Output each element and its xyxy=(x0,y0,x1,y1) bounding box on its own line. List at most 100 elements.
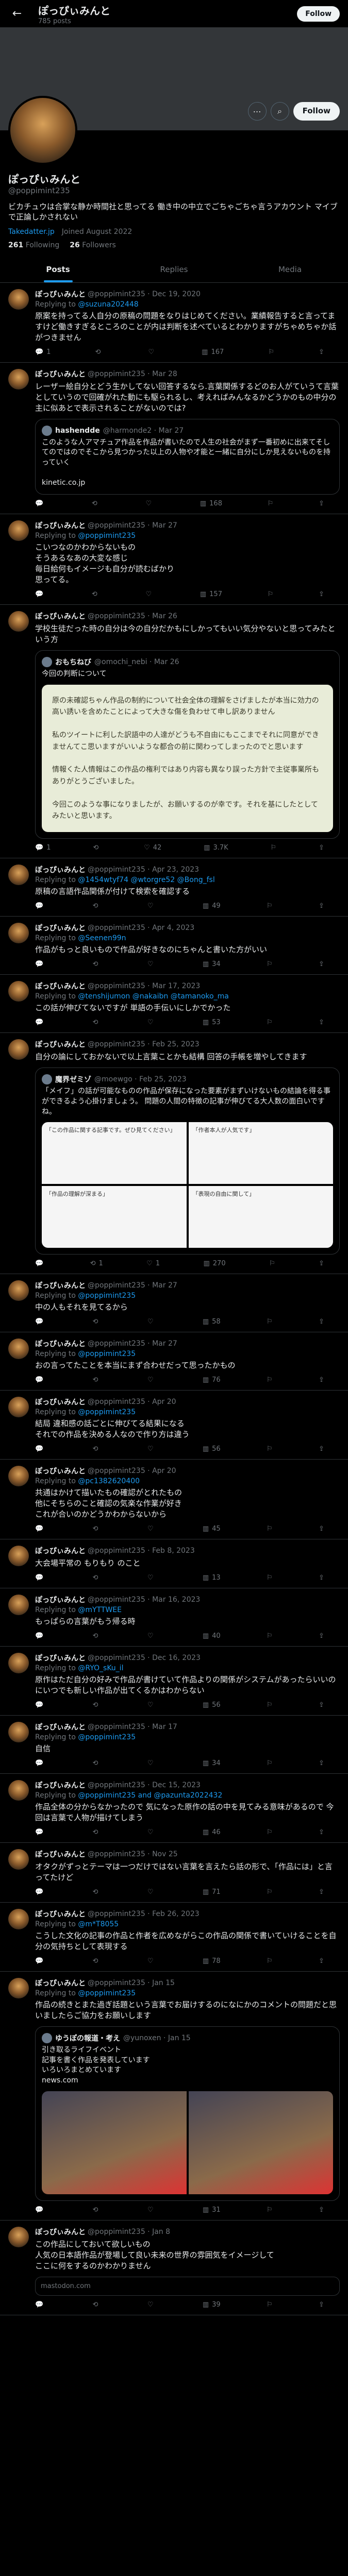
tweet-avatar[interactable] xyxy=(8,1280,29,1301)
reply-action[interactable]: 💬 xyxy=(35,1828,46,1836)
share-action[interactable]: ⇪ xyxy=(319,902,324,910)
like-action[interactable]: ♡ xyxy=(147,1318,157,1326)
views-action[interactable]: ▥ 40 xyxy=(203,1632,221,1640)
tweet[interactable]: ぽっぴぃみんと @poppimint235 · Feb 8, 2023 大会場平常の… xyxy=(0,1539,348,1589)
share-action[interactable]: ⇪ xyxy=(319,960,324,968)
views-action[interactable]: ▥ 78 xyxy=(203,1957,221,1965)
bookmark-action[interactable]: ⚐ xyxy=(267,2301,273,2309)
tab-posts[interactable]: Posts xyxy=(0,257,116,282)
quote-image-grid[interactable]: 「この作品に関する記事です。ぜひ見てください」 「作者本人が人気です」 「作品の理解… xyxy=(42,1122,333,1248)
reply-action[interactable]: 💬 xyxy=(35,500,46,507)
reply-action[interactable]: 💬 xyxy=(35,902,46,910)
tweet-author[interactable]: ぽっぴぃみんと xyxy=(35,1338,86,1349)
retweet-action[interactable]: ⟲ xyxy=(93,1957,102,1965)
tweet[interactable]: ぽっぴぃみんと @poppimint235 · Jan 8 この作品にしておいて欲し… xyxy=(0,2221,348,2315)
like-action[interactable]: ♡ xyxy=(147,1376,157,1384)
news-image[interactable] xyxy=(42,2091,187,2194)
retweet-action[interactable]: ⟲ xyxy=(93,1632,102,1640)
views-action[interactable]: ▥ 3.7K xyxy=(204,844,228,852)
reply-mention[interactable]: @RYO_sKu_il xyxy=(78,1664,123,1672)
like-action[interactable]: ♡ xyxy=(147,1888,157,1896)
retweet-action[interactable]: ⟲ xyxy=(93,1574,102,1582)
bookmark-action[interactable]: ⚐ xyxy=(267,1376,273,1384)
like-action[interactable]: ♡ xyxy=(147,1828,157,1836)
share-action[interactable]: ⇪ xyxy=(319,2301,324,2309)
avatar[interactable] xyxy=(8,96,77,165)
link-card[interactable]: mastodon.com xyxy=(35,2276,340,2296)
views-action[interactable]: ▥ 13 xyxy=(203,1574,221,1582)
bookmark-action[interactable]: ⚐ xyxy=(267,1525,273,1533)
tweet-avatar[interactable] xyxy=(8,1466,29,1487)
reply-action[interactable]: 💬 xyxy=(35,1888,46,1896)
quote-tweet[interactable]: ゆうぽの報道・考え @yunoxen · Jan 15 引き取るライフイベント 記… xyxy=(35,2026,340,2201)
bookmark-action[interactable]: ⚐ xyxy=(267,2206,273,2214)
views-action[interactable]: ▥ 157 xyxy=(200,590,222,598)
share-action[interactable]: ⇪ xyxy=(319,1574,324,1582)
tweet-avatar[interactable] xyxy=(8,1722,29,1743)
bookmark-action[interactable]: ⚐ xyxy=(267,1828,273,1836)
reply-action[interactable]: 💬 xyxy=(35,590,46,598)
retweet-action[interactable]: ⟲ xyxy=(93,960,102,968)
views-action[interactable]: ▥ 53 xyxy=(203,1019,221,1026)
quote-tweet[interactable]: おもちねび @omochi_nebi · Mar 26 今回の判断について 原の未確… xyxy=(35,650,340,839)
tweet[interactable]: ぽっぴぃみんと @poppimint235 · Mar 27 Replying to… xyxy=(0,1332,348,1391)
share-action[interactable]: ⇪ xyxy=(319,844,324,852)
share-action[interactable]: ⇪ xyxy=(319,1525,324,1533)
grid-image[interactable]: 「作品の理解が深まる」 xyxy=(42,1186,187,1248)
tweet-author[interactable]: ぽっぴぃみんと xyxy=(35,1780,86,1790)
views-action[interactable]: ▥ 34 xyxy=(203,960,221,968)
tweet[interactable]: ぽっぴぃみんと @poppimint235 · Mar 26 学校生徒だった時の自分… xyxy=(0,605,348,859)
bookmark-action[interactable]: ⚐ xyxy=(267,1632,273,1640)
reply-action[interactable]: 💬 xyxy=(35,1759,46,1767)
tweet-author[interactable]: ぽっぴぃみんと xyxy=(35,1466,86,1476)
followers-stat[interactable]: 26 Followers xyxy=(70,241,116,249)
reply-action[interactable]: 💬 xyxy=(35,1445,46,1453)
like-action[interactable]: ♡ xyxy=(147,960,157,968)
tweet-author[interactable]: ぽっぴぃみんと xyxy=(35,1653,86,1663)
reply-action[interactable]: 💬 xyxy=(35,1525,46,1533)
reply-action[interactable]: 💬 xyxy=(35,1376,46,1384)
like-action[interactable]: ♡ xyxy=(147,1525,157,1533)
news-image[interactable] xyxy=(188,2091,333,2194)
tweet[interactable]: ぽっぴぃみんと @poppimint235 · Dec 16, 2023 Reply… xyxy=(0,1647,348,1716)
tweet-avatar[interactable] xyxy=(8,923,29,944)
retweet-action[interactable]: ⟲ xyxy=(93,1888,102,1896)
tweet[interactable]: ぽっぴぃみんと @poppimint235 · Dec 15, 2023 Reply… xyxy=(0,1774,348,1843)
reply-mention[interactable]: @poppimint235 xyxy=(78,1292,136,1300)
following-stat[interactable]: 261 Following xyxy=(8,241,59,249)
retweet-action[interactable]: ⟲ xyxy=(93,1376,102,1384)
bookmark-action[interactable]: ⚐ xyxy=(267,1888,273,1896)
tweet-author[interactable]: ぽっぴぃみんと xyxy=(35,289,86,299)
like-action[interactable]: ♡ xyxy=(146,500,155,507)
reply-action[interactable]: 💬 xyxy=(35,960,46,968)
reply-mention[interactable]: @mYTTWEE xyxy=(78,1606,122,1614)
tweet[interactable]: ぽっぴぃみんと @poppimint235 · Apr 20 Replying to… xyxy=(0,1391,348,1460)
views-action[interactable]: ▥ 56 xyxy=(203,1445,221,1453)
bookmark-action[interactable]: ⚐ xyxy=(267,1574,273,1582)
retweet-action[interactable]: ⟲ xyxy=(93,1759,102,1767)
tweet[interactable]: ぽっぴぃみんと @poppimint235 · Feb 25, 2023 自分の論に… xyxy=(0,1033,348,1275)
reply-mention[interactable]: @poppimint235 xyxy=(78,1989,136,1997)
like-action[interactable]: ♡ xyxy=(147,1632,157,1640)
like-action[interactable]: ♡ 1 xyxy=(146,1260,160,1267)
share-action[interactable]: ⇪ xyxy=(319,1957,324,1965)
like-action[interactable]: ♡ 42 xyxy=(144,844,161,852)
tweet-author[interactable]: ぽっぴぃみんと xyxy=(35,1039,86,1049)
retweet-action[interactable]: ⟲ xyxy=(93,1701,102,1709)
tweet[interactable]: ぽっぴぃみんと @poppimint235 · Mar 27 Replying to… xyxy=(0,514,348,605)
reply-action[interactable]: 💬 xyxy=(35,2206,46,2214)
grid-image[interactable]: 「作者本人が人気です」 xyxy=(188,1122,333,1184)
share-action[interactable]: ⇪ xyxy=(319,1260,324,1267)
bookmark-action[interactable]: ⚐ xyxy=(267,960,273,968)
tweet-author[interactable]: ぽっぴぃみんと xyxy=(35,1280,86,1291)
bookmark-action[interactable]: ⚐ xyxy=(268,348,274,356)
back-arrow-icon[interactable]: ← xyxy=(8,5,26,23)
like-action[interactable]: ♡ xyxy=(147,902,157,910)
tweet-avatar[interactable] xyxy=(8,1978,29,1999)
reply-action[interactable]: 💬 xyxy=(35,1260,46,1267)
retweet-action[interactable]: ⟲ xyxy=(93,2301,102,2309)
views-action[interactable]: ▥ 56 xyxy=(203,1701,221,1709)
tweet-avatar[interactable] xyxy=(8,1849,29,1870)
tweet[interactable]: ぽっぴぃみんと @poppimint235 · Jan 15 Replying to… xyxy=(0,1972,348,2221)
tweet-avatar[interactable] xyxy=(8,1653,29,1674)
